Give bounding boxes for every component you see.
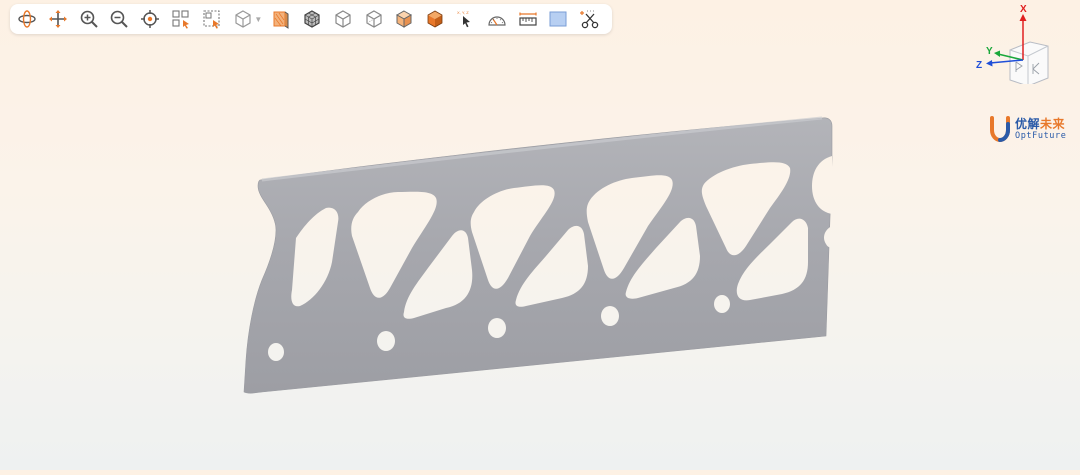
fit-center-button[interactable] [139,8,161,30]
mesh-display-button[interactable] [301,8,323,30]
pan-button[interactable] [47,8,69,30]
3d-viewport[interactable] [0,0,1080,470]
section-plane-icon [273,11,289,29]
probe-label: X, Y, Z [457,10,469,15]
box-select-button[interactable] [170,8,192,30]
chevron-down-icon[interactable]: ▼ [254,15,262,24]
zoom-out-icon [111,10,129,28]
shaded-cube-icon [427,10,443,28]
angle-measure-button[interactable] [486,8,508,30]
mesh-display-icon [304,10,320,28]
hidden-line-cube-icon [366,10,382,28]
rotate-icon [18,10,36,28]
z-axis-label: Z [976,60,982,71]
hidden-line-button[interactable] [363,8,385,30]
view-cube-icon [234,10,251,28]
center-target-icon [141,10,160,28]
box-deselect-icon [203,10,220,29]
shaded-edge-cube-icon [396,10,413,28]
clip-button[interactable] [578,8,600,30]
view-cube[interactable] [1009,41,1049,87]
view-orientation-button[interactable] [232,8,254,30]
probe-button[interactable]: X, Y, Z [455,8,477,30]
box-select-icon [172,10,189,29]
wireframe-button[interactable] [332,8,354,30]
logo-cn-orange: 未来 [1040,116,1066,131]
zoom-in-button[interactable] [78,8,100,30]
logo-cn-blue: 优解 [1015,116,1041,131]
angle-measure-icon [488,16,506,26]
brand-logo: 优解未来 OptFuture [988,116,1066,142]
clip-scissors-icon [580,10,599,29]
y-axis-label: Y [986,46,993,57]
zoom-in-icon [80,10,98,28]
shaded-button[interactable] [424,8,446,30]
probe-pointer-icon: X, Y, Z [457,10,471,28]
section-plane-button[interactable] [270,8,292,30]
x-axis-label: X [1020,4,1027,15]
logo-u-icon [990,116,1010,142]
wireframe-cube-icon [335,10,351,28]
distance-measure-button[interactable] [517,8,539,30]
truss-model[interactable] [0,0,1080,470]
orientation-triad[interactable]: X Y Z [970,2,1060,87]
rotate-button[interactable] [16,8,38,30]
viewer-toolbar: ▼ X, Y, Z [10,4,612,34]
background-color-icon [549,11,567,27]
pan-icon [48,10,67,28]
logo-en: OptFuture [1015,130,1067,141]
ruler-measure-icon [519,12,537,26]
background-color-button[interactable] [547,8,569,30]
shaded-edges-button[interactable] [393,8,415,30]
box-deselect-button[interactable] [201,8,223,30]
zoom-out-button[interactable] [108,8,130,30]
